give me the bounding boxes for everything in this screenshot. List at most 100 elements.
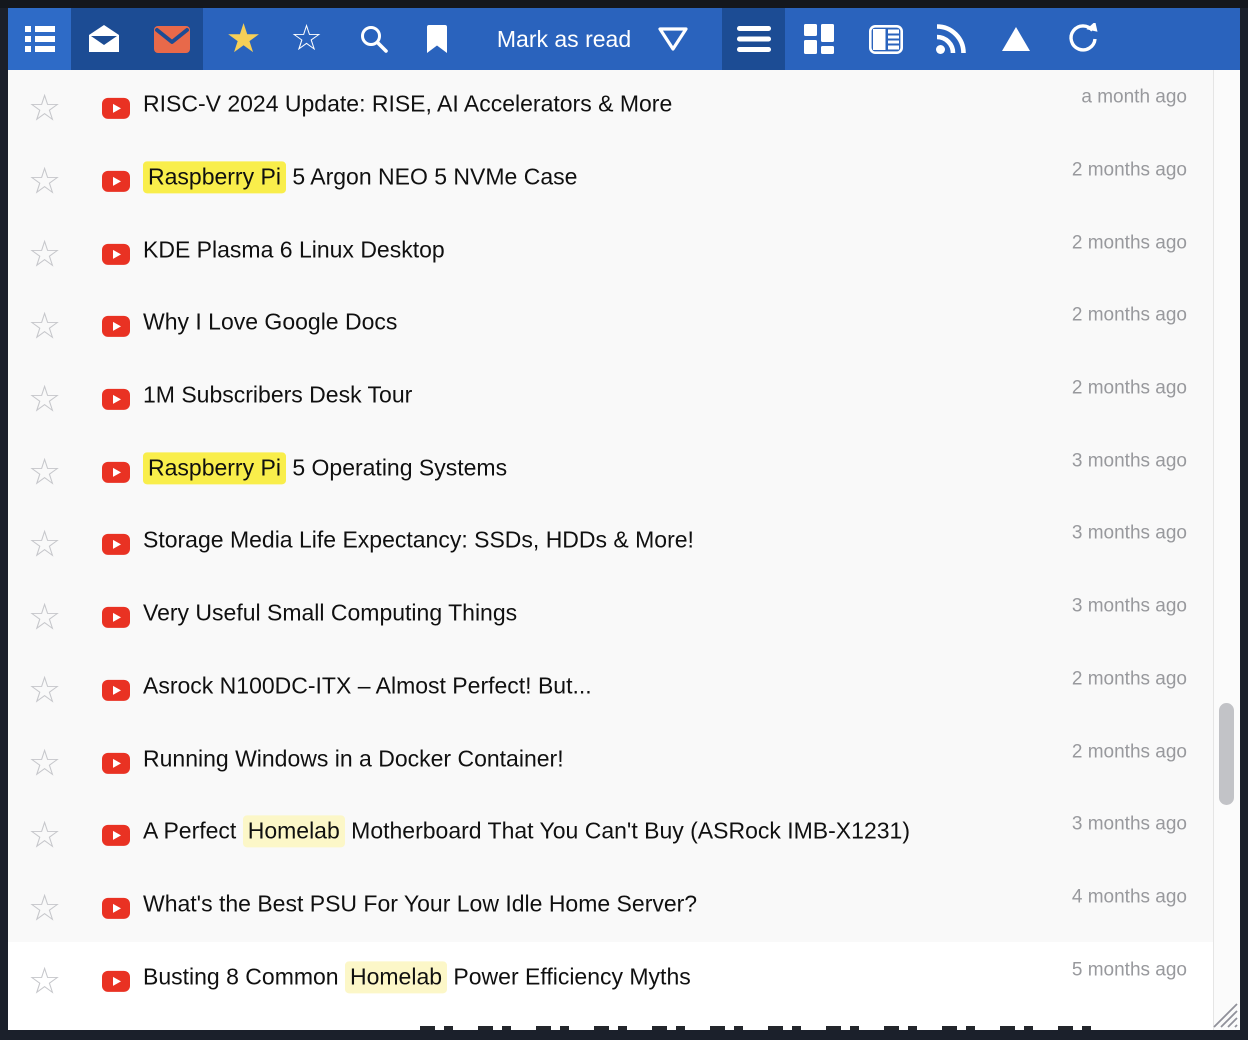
list-item[interactable]: ☆ Storage Media Life Expectancy: SSDs, H… xyxy=(8,506,1213,579)
item-title[interactable]: Raspberry Pi 5 Operating Systems xyxy=(143,454,507,481)
item-timestamp: 2 months ago xyxy=(1072,232,1187,254)
item-title[interactable]: Busting 8 Common Homelab Power Efficienc… xyxy=(143,963,691,990)
window-top-border xyxy=(0,0,1248,8)
star-icon[interactable]: ☆ xyxy=(28,744,61,781)
item-timestamp: 2 months ago xyxy=(1072,305,1187,327)
item-timestamp: 3 months ago xyxy=(1072,523,1187,545)
scrollbar-track[interactable] xyxy=(1213,70,1240,1030)
feeds-button[interactable] xyxy=(919,8,982,70)
youtube-icon xyxy=(101,966,131,996)
item-title[interactable]: 1M Subscribers Desk Tour xyxy=(143,381,412,408)
item-timestamp: 3 months ago xyxy=(1072,596,1187,618)
youtube-icon xyxy=(101,530,131,560)
scroll-top-button[interactable] xyxy=(984,8,1047,70)
star-icon[interactable]: ☆ xyxy=(28,672,61,709)
starred-items-button[interactable]: ★ xyxy=(212,8,275,70)
scrollbar-thumb[interactable] xyxy=(1219,703,1234,805)
list-item[interactable]: ☆ 1M Subscribers Desk Tour 2 months ago xyxy=(8,361,1213,434)
star-icon[interactable]: ☆ xyxy=(28,526,61,563)
star-icon[interactable]: ☆ xyxy=(28,454,61,491)
dropdown-triangle-icon xyxy=(657,26,689,52)
star-icon[interactable]: ☆ xyxy=(28,308,61,345)
youtube-icon xyxy=(101,603,131,633)
star-icon[interactable]: ☆ xyxy=(28,381,61,418)
list-view-button[interactable] xyxy=(8,8,71,70)
list-icon xyxy=(25,26,55,52)
star-outline-icon: ☆ xyxy=(290,8,322,70)
item-timestamp: 2 months ago xyxy=(1072,378,1187,400)
layout-grid-icon xyxy=(804,24,834,54)
item-title[interactable]: Why I Love Google Docs xyxy=(143,309,397,336)
list-item[interactable]: ☆ What's the Best PSU For Your Low Idle … xyxy=(8,870,1213,943)
envelope-icon xyxy=(154,26,190,53)
youtube-icon xyxy=(101,239,131,269)
refresh-icon xyxy=(1067,23,1099,55)
search-icon xyxy=(359,24,389,54)
bookmark-button[interactable] xyxy=(405,8,468,70)
item-title[interactable]: Raspberry Pi 5 Argon NEO 5 NVMe Case xyxy=(143,163,577,190)
star-icon[interactable]: ☆ xyxy=(28,890,61,927)
youtube-icon xyxy=(101,748,131,778)
item-title[interactable]: A Perfect Homelab Motherboard That You C… xyxy=(143,818,910,845)
item-timestamp: 2 months ago xyxy=(1072,160,1187,182)
item-timestamp: 3 months ago xyxy=(1072,450,1187,472)
youtube-icon xyxy=(101,312,131,342)
refresh-button[interactable] xyxy=(1051,8,1114,70)
item-timestamp: 3 months ago xyxy=(1072,814,1187,836)
item-timestamp: 4 months ago xyxy=(1072,887,1187,909)
open-envelope-icon xyxy=(86,24,122,54)
list-item[interactable]: ☆ Raspberry Pi 5 Argon NEO 5 NVMe Case 2… xyxy=(8,143,1213,216)
clipped-next-row xyxy=(420,1026,1110,1030)
item-title[interactable]: Very Useful Small Computing Things xyxy=(143,599,517,626)
list-item[interactable]: ☆ Raspberry Pi 5 Operating Systems 3 mon… xyxy=(8,433,1213,506)
list-item[interactable]: ☆ A Perfect Homelab Motherboard That You… xyxy=(8,797,1213,870)
star-icon[interactable]: ☆ xyxy=(28,90,61,127)
youtube-icon xyxy=(101,675,131,705)
list-item[interactable]: ☆ Running Windows in a Docker Container!… xyxy=(8,724,1213,797)
star-icon[interactable]: ☆ xyxy=(28,235,61,272)
star-filled-icon: ★ xyxy=(226,8,262,70)
list-item[interactable]: ☆ KDE Plasma 6 Linux Desktop 2 months ag… xyxy=(8,215,1213,288)
menu-button[interactable] xyxy=(722,8,785,70)
mark-as-read-label: Mark as read xyxy=(497,26,631,53)
item-title[interactable]: RISC-V 2024 Update: RISE, AI Accelerator… xyxy=(143,91,672,118)
layout-grid-button[interactable] xyxy=(787,8,850,70)
item-title[interactable]: Storage Media Life Expectancy: SSDs, HDD… xyxy=(143,527,694,554)
hamburger-menu-icon xyxy=(737,26,771,52)
item-title[interactable]: KDE Plasma 6 Linux Desktop xyxy=(143,236,445,263)
star-icon[interactable]: ☆ xyxy=(28,163,61,200)
youtube-icon xyxy=(101,457,131,487)
list-item[interactable]: ☆ Why I Love Google Docs 2 months ago xyxy=(8,288,1213,361)
item-timestamp: a month ago xyxy=(1081,87,1187,109)
search-button[interactable] xyxy=(342,8,405,70)
youtube-icon xyxy=(101,821,131,851)
mark-as-read-button[interactable]: Mark as read xyxy=(463,8,723,70)
resize-grip-icon[interactable] xyxy=(1210,1000,1238,1028)
triangle-up-icon xyxy=(1000,26,1032,52)
list-item[interactable]: ☆ Very Useful Small Computing Things 3 m… xyxy=(8,579,1213,652)
list-item[interactable]: ☆ Busting 8 Common Homelab Power Efficie… xyxy=(8,942,1213,1015)
item-timestamp: 5 months ago xyxy=(1072,959,1187,981)
youtube-icon xyxy=(101,166,131,196)
star-outline-button[interactable]: ☆ xyxy=(275,8,338,70)
feed-list: ☆ RISC-V 2024 Update: RISE, AI Accelerat… xyxy=(8,70,1213,1015)
reader-view-button[interactable] xyxy=(854,8,917,70)
list-item[interactable]: ☆ RISC-V 2024 Update: RISE, AI Accelerat… xyxy=(8,70,1213,143)
youtube-icon xyxy=(101,893,131,923)
open-envelope-button[interactable] xyxy=(72,8,135,70)
item-title[interactable]: What's the Best PSU For Your Low Idle Ho… xyxy=(143,890,697,917)
star-icon[interactable]: ☆ xyxy=(28,599,61,636)
youtube-icon xyxy=(101,384,131,414)
item-title[interactable]: Running Windows in a Docker Container! xyxy=(143,745,564,772)
item-timestamp: 2 months ago xyxy=(1072,741,1187,763)
rss-icon xyxy=(935,24,966,55)
unread-envelope-button[interactable] xyxy=(140,8,203,70)
item-title[interactable]: Asrock N100DC-ITX – Almost Perfect! But.… xyxy=(143,672,592,699)
reader-icon xyxy=(869,25,903,54)
bookmark-icon xyxy=(426,25,448,54)
star-icon[interactable]: ☆ xyxy=(28,962,61,999)
star-icon[interactable]: ☆ xyxy=(28,817,61,854)
youtube-icon xyxy=(101,94,131,124)
article-list-pane: ☆ RISC-V 2024 Update: RISE, AI Accelerat… xyxy=(8,70,1240,1030)
list-item[interactable]: ☆ Asrock N100DC-ITX – Almost Perfect! Bu… xyxy=(8,652,1213,725)
